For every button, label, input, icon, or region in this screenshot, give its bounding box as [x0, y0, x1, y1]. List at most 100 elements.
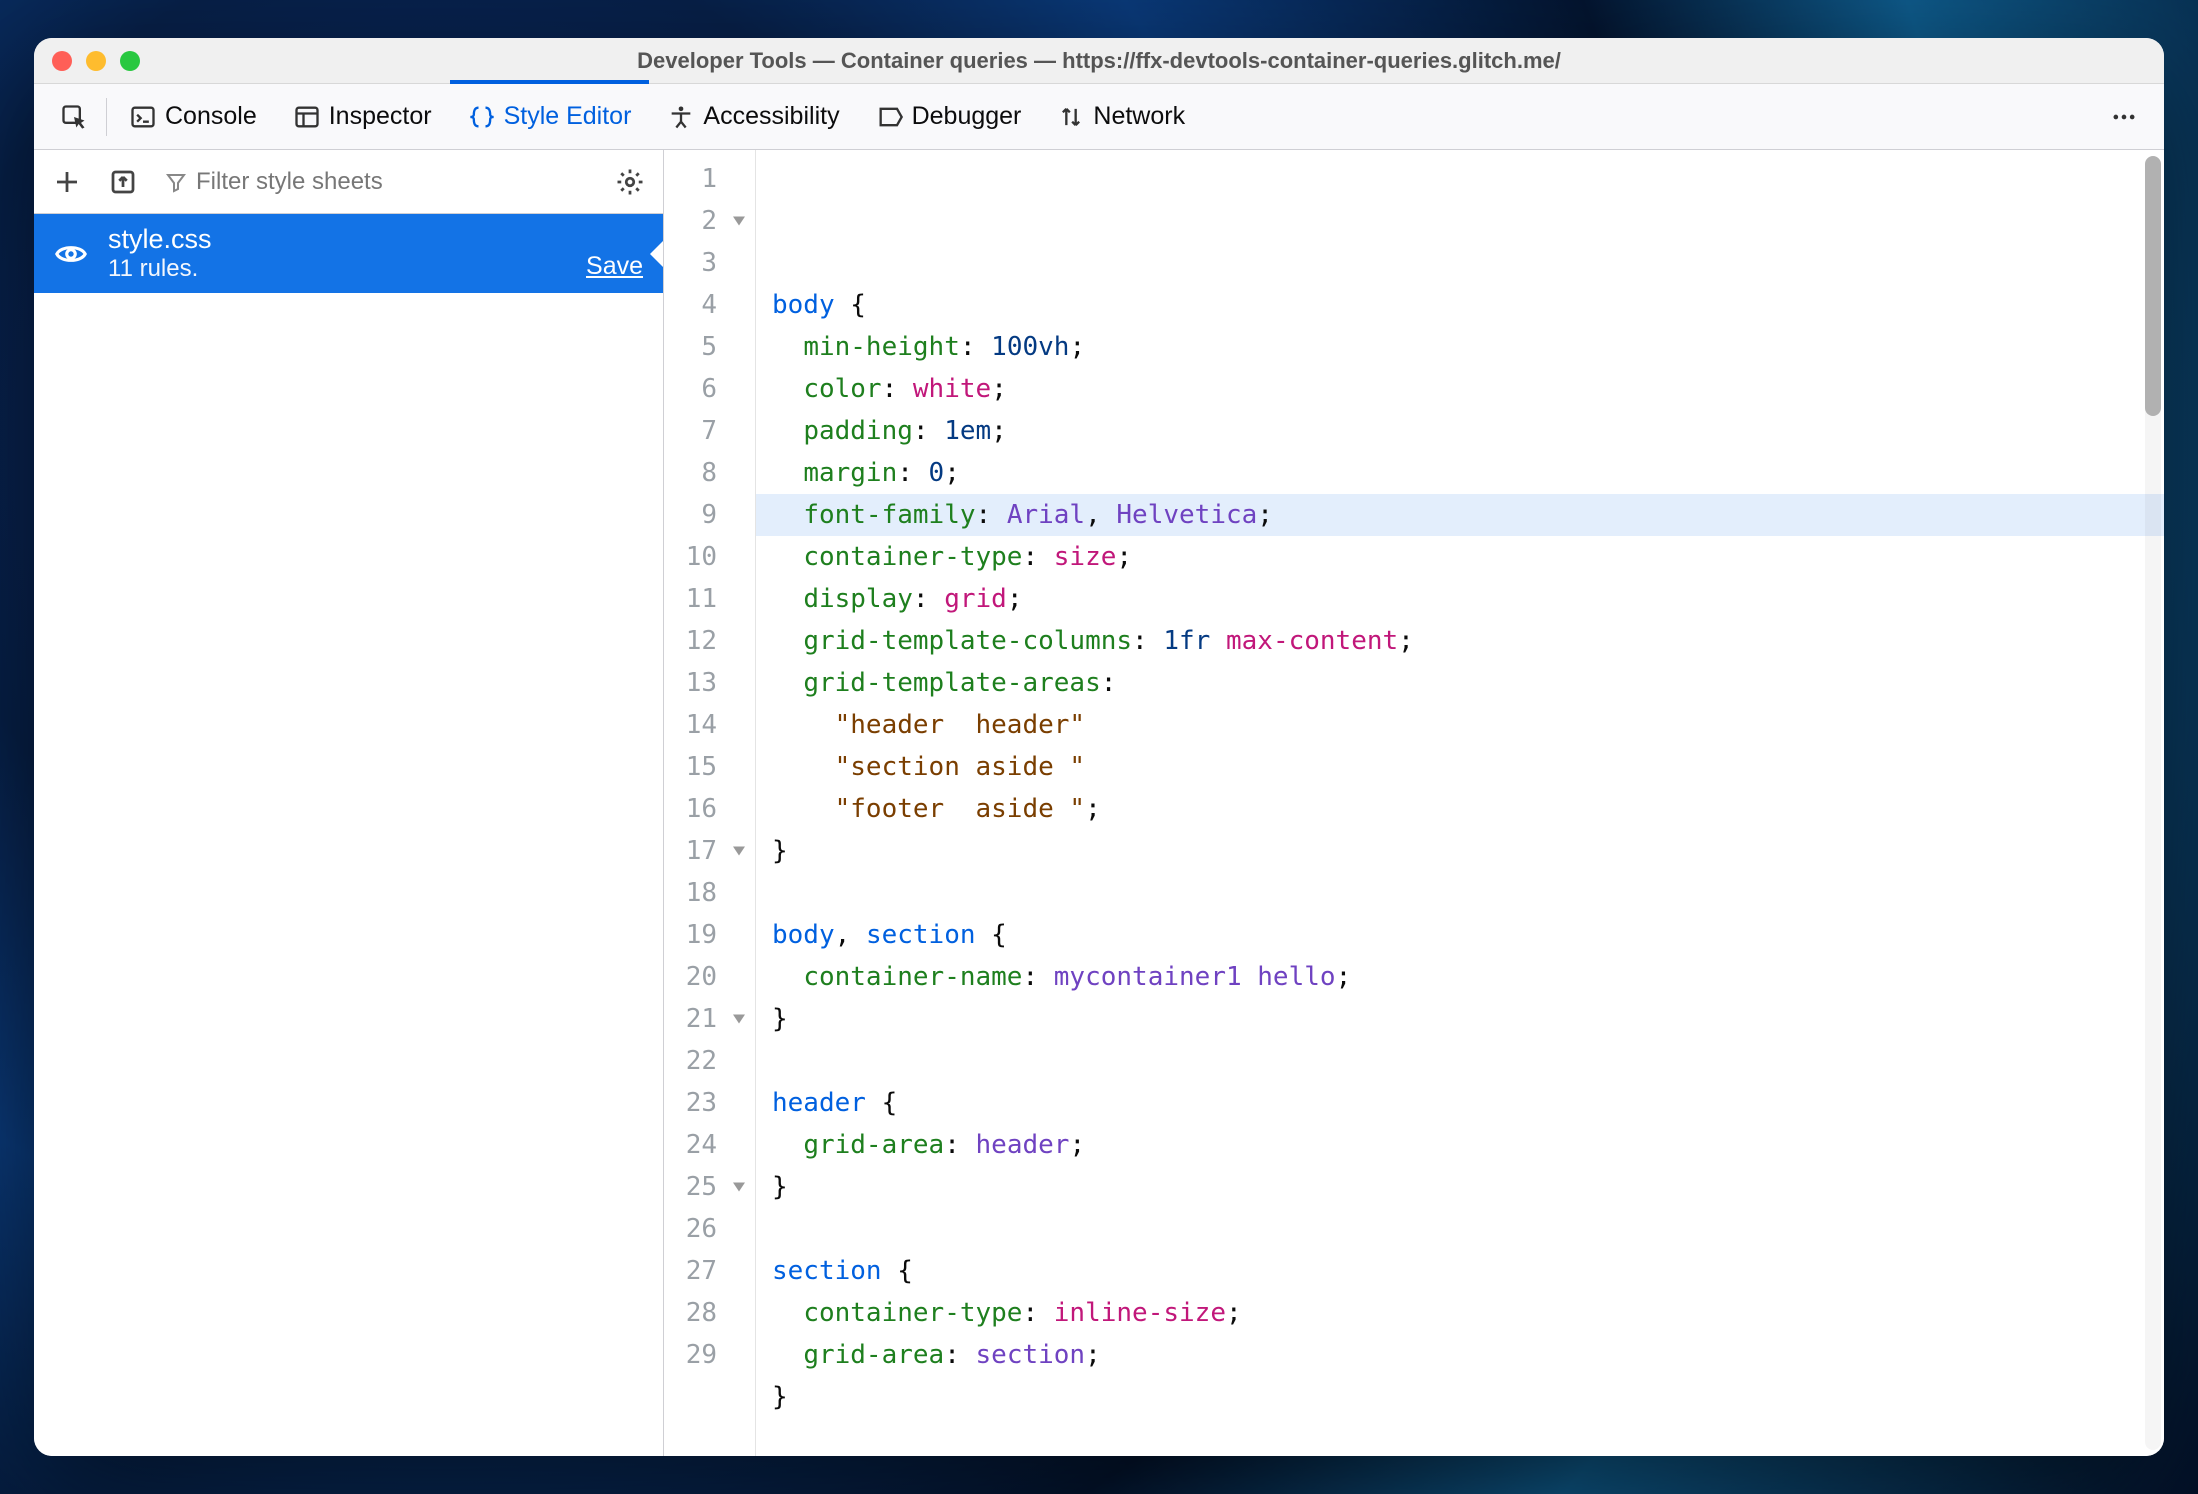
code-area[interactable]: body { min-height: 100vh; color: white; … — [756, 150, 2164, 1456]
debugger-icon — [876, 103, 904, 131]
filter-stylesheets-input[interactable] — [196, 168, 589, 196]
line-gutter[interactable]: 1234567891011121314151617181920212223242… — [664, 150, 756, 1456]
code-line[interactable]: "header header" — [772, 704, 2164, 746]
line-number[interactable]: 3 — [664, 242, 755, 284]
code-line[interactable]: } — [772, 1166, 2164, 1208]
line-number[interactable]: 1 — [664, 158, 755, 200]
code-line[interactable]: grid-template-columns: 1fr max-content; — [772, 620, 2164, 662]
stylesheet-rules: 11 rules. — [108, 255, 566, 283]
line-number[interactable]: 17 — [664, 830, 755, 872]
code-line[interactable]: section { — [772, 1250, 2164, 1292]
zoom-window-button[interactable] — [120, 51, 140, 71]
line-number[interactable]: 22 — [664, 1040, 755, 1082]
code-line[interactable]: body { — [772, 284, 2164, 326]
devtools-tabbar: Console Inspector Style Editor Accessibi… — [34, 84, 2164, 150]
tab-accessibility[interactable]: Accessibility — [649, 84, 857, 149]
pick-element-button[interactable] — [46, 84, 102, 149]
window-title: Developer Tools — Container queries — ht… — [34, 48, 2164, 74]
code-line[interactable]: padding: 1em; — [772, 410, 2164, 452]
scrollbar-thumb[interactable] — [2145, 156, 2161, 416]
new-stylesheet-button[interactable] — [44, 159, 90, 205]
panel-body: style.css 11 rules. Save 123456789101112… — [34, 150, 2164, 1456]
line-number[interactable]: 9 — [664, 494, 755, 536]
gear-icon — [615, 167, 645, 197]
code-line[interactable]: font-family: Arial, Helvetica; — [756, 494, 2164, 536]
stylesheet-sidebar: style.css 11 rules. Save — [34, 150, 664, 1456]
vertical-scrollbar[interactable] — [2145, 156, 2161, 1450]
pick-element-icon — [60, 103, 88, 131]
line-number[interactable]: 6 — [664, 368, 755, 410]
toggle-visibility-button[interactable] — [54, 237, 88, 271]
line-number[interactable]: 19 — [664, 914, 755, 956]
css-editor: 1234567891011121314151617181920212223242… — [664, 150, 2164, 1456]
code-line[interactable] — [772, 1418, 2164, 1456]
code-line[interactable]: } — [772, 1376, 2164, 1418]
line-number[interactable]: 4 — [664, 284, 755, 326]
save-stylesheet-button[interactable]: Save — [586, 252, 643, 283]
code-line[interactable] — [772, 242, 2164, 284]
code-line[interactable]: body, section { — [772, 914, 2164, 956]
line-number[interactable]: 13 — [664, 662, 755, 704]
code-line[interactable]: margin: 0; — [772, 452, 2164, 494]
close-window-button[interactable] — [52, 51, 72, 71]
line-number[interactable]: 5 — [664, 326, 755, 368]
accessibility-icon — [667, 103, 695, 131]
line-number[interactable]: 20 — [664, 956, 755, 998]
filter-stylesheets[interactable] — [156, 168, 597, 196]
code-line[interactable]: container-type: size; — [772, 536, 2164, 578]
line-number[interactable]: 27 — [664, 1250, 755, 1292]
code-line[interactable]: container-name: mycontainer1 hello; — [772, 956, 2164, 998]
code-line[interactable]: header { — [772, 1082, 2164, 1124]
line-number[interactable]: 16 — [664, 788, 755, 830]
stylesheet-list: style.css 11 rules. Save — [34, 214, 663, 1456]
code-line[interactable] — [772, 1208, 2164, 1250]
style-editor-icon — [468, 103, 496, 131]
import-stylesheet-button[interactable] — [100, 159, 146, 205]
code-line[interactable]: } — [772, 830, 2164, 872]
line-number[interactable]: 21 — [664, 998, 755, 1040]
code-line[interactable]: } — [772, 998, 2164, 1040]
code-line[interactable]: "footer aside "; — [772, 788, 2164, 830]
code-line[interactable] — [772, 1040, 2164, 1082]
code-line[interactable]: color: white; — [772, 368, 2164, 410]
tab-label: Debugger — [912, 102, 1022, 131]
line-number[interactable]: 2 — [664, 200, 755, 242]
line-number[interactable]: 8 — [664, 452, 755, 494]
line-number[interactable]: 15 — [664, 746, 755, 788]
line-number[interactable]: 14 — [664, 704, 755, 746]
line-number[interactable]: 11 — [664, 578, 755, 620]
line-number[interactable]: 29 — [664, 1334, 755, 1376]
stylesheet-meta: style.css 11 rules. — [108, 224, 566, 283]
line-number[interactable]: 12 — [664, 620, 755, 662]
plus-icon — [52, 167, 82, 197]
tab-label: Style Editor — [504, 102, 632, 131]
tab-style-editor[interactable]: Style Editor — [450, 84, 650, 149]
tab-inspector[interactable]: Inspector — [275, 84, 450, 149]
code-line[interactable]: grid-area: section; — [772, 1334, 2164, 1376]
line-number[interactable]: 7 — [664, 410, 755, 452]
stylesheet-item[interactable]: style.css 11 rules. Save — [34, 214, 663, 293]
code-line[interactable] — [772, 872, 2164, 914]
line-number[interactable]: 10 — [664, 536, 755, 578]
line-number[interactable]: 23 — [664, 1082, 755, 1124]
tab-debugger[interactable]: Debugger — [858, 84, 1040, 149]
code-line[interactable]: container-type: inline-size; — [772, 1292, 2164, 1334]
meatballs-icon — [2110, 103, 2138, 131]
console-icon — [129, 103, 157, 131]
overflow-menu-button[interactable] — [2096, 84, 2152, 149]
line-number[interactable]: 18 — [664, 872, 755, 914]
line-number[interactable]: 26 — [664, 1208, 755, 1250]
line-number[interactable]: 25 — [664, 1166, 755, 1208]
line-number[interactable]: 28 — [664, 1292, 755, 1334]
tab-label: Inspector — [329, 102, 432, 131]
code-line[interactable]: "section aside " — [772, 746, 2164, 788]
line-number[interactable]: 24 — [664, 1124, 755, 1166]
code-line[interactable]: grid-area: header; — [772, 1124, 2164, 1166]
minimize-window-button[interactable] — [86, 51, 106, 71]
style-editor-options-button[interactable] — [607, 159, 653, 205]
code-line[interactable]: display: grid; — [772, 578, 2164, 620]
code-line[interactable]: min-height: 100vh; — [772, 326, 2164, 368]
code-line[interactable]: grid-template-areas: — [772, 662, 2164, 704]
tab-console[interactable]: Console — [111, 84, 275, 149]
tab-network[interactable]: Network — [1039, 84, 1203, 149]
